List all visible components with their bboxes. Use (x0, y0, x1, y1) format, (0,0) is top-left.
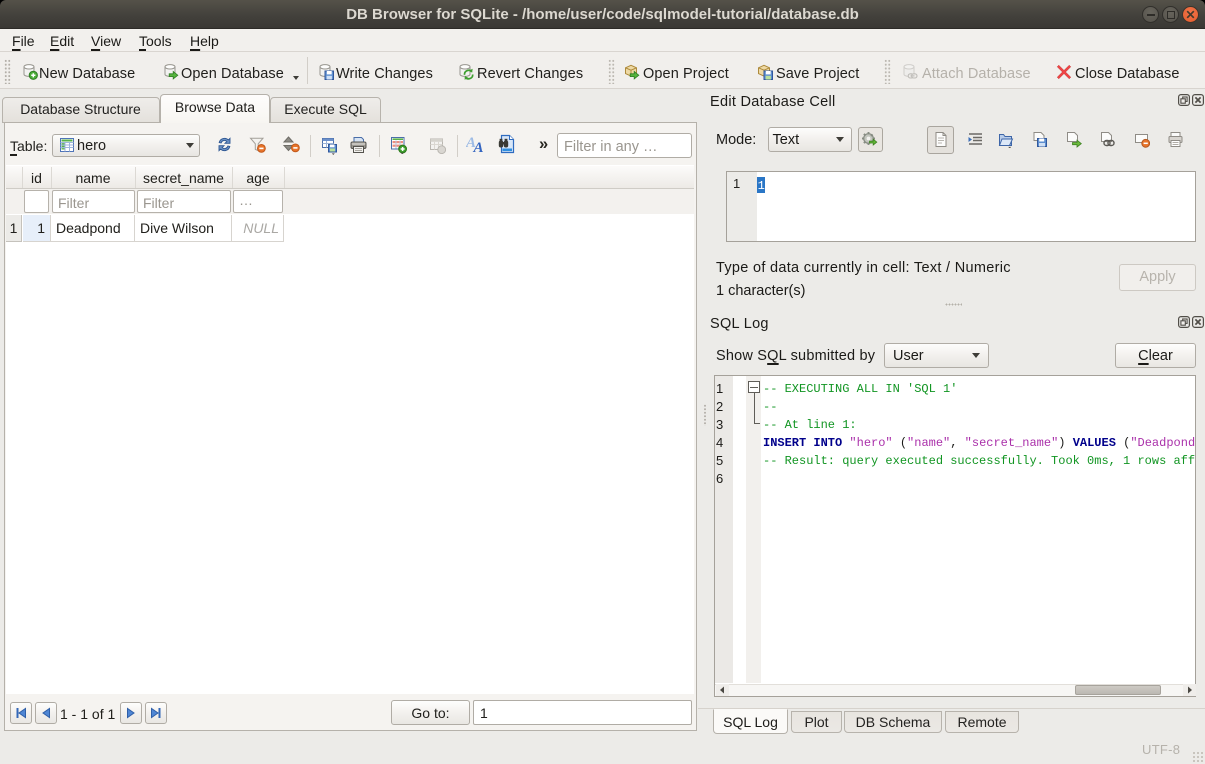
svg-text:A: A (473, 140, 484, 154)
